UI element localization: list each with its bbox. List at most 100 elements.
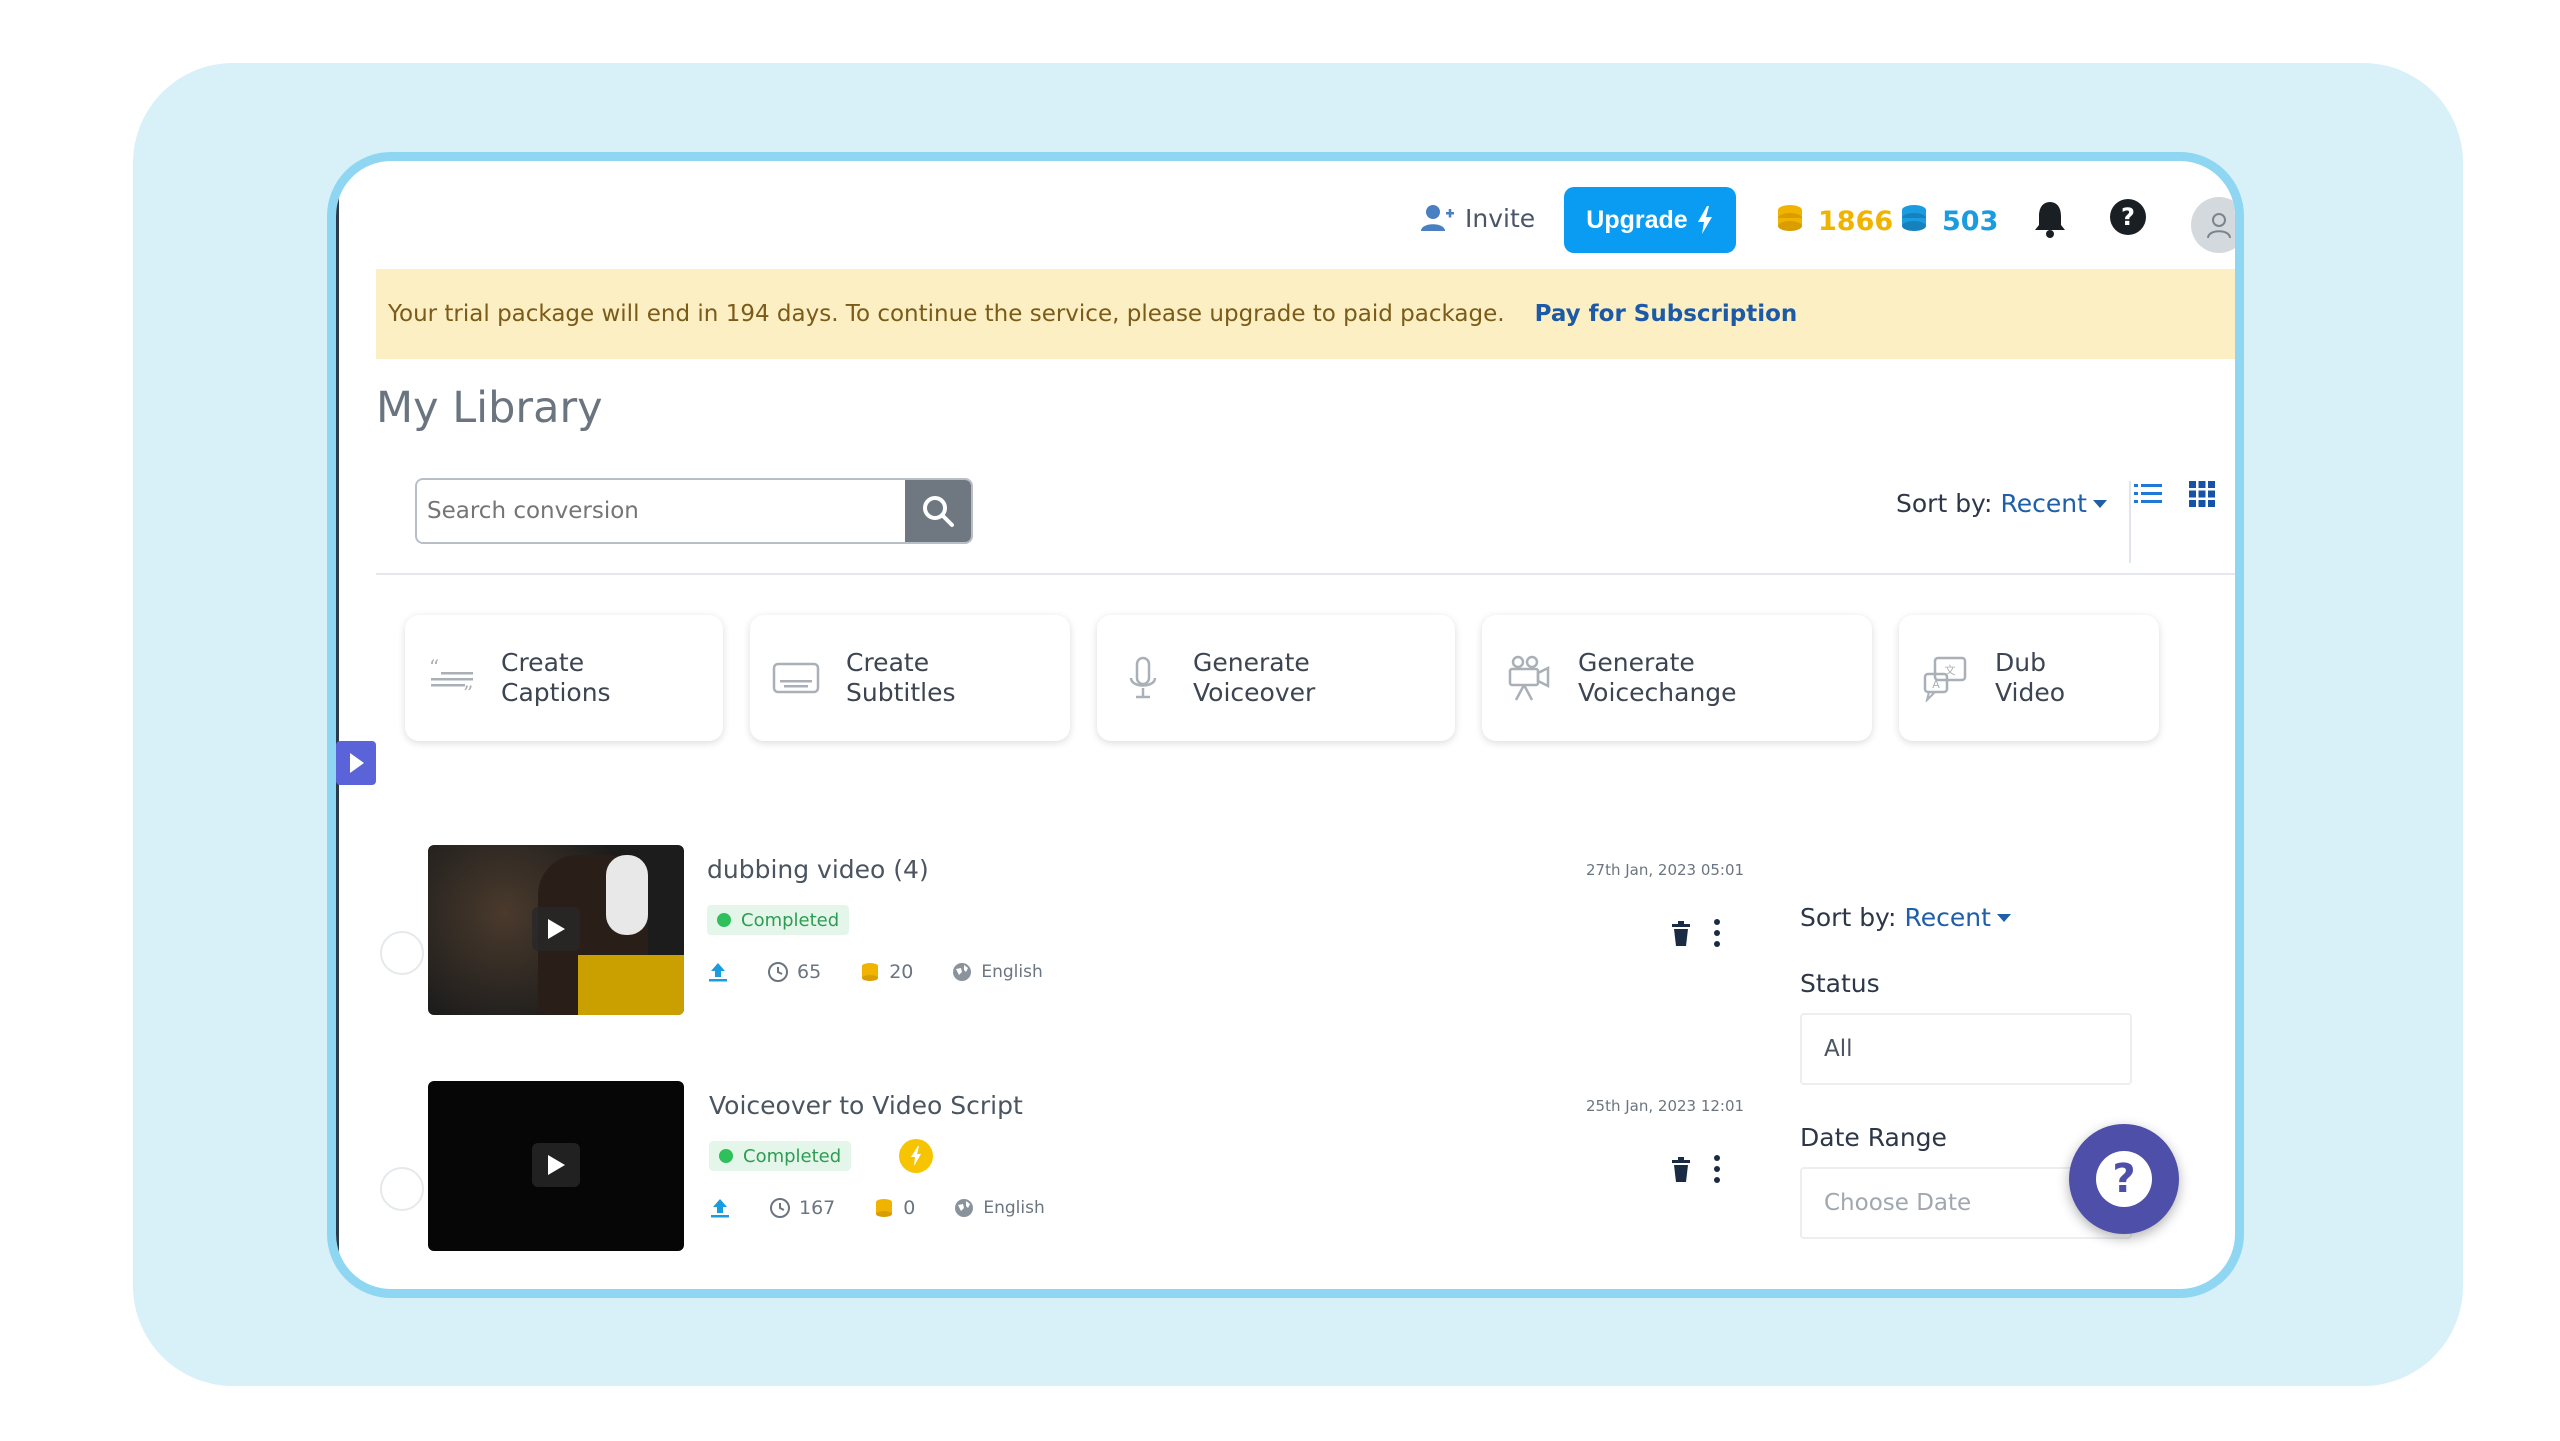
video-camera-icon: [1508, 655, 1550, 701]
blue-coins-icon: [1898, 203, 1930, 240]
upgrade-button[interactable]: Upgrade: [1564, 187, 1736, 253]
invite-button[interactable]: Invite: [1419, 203, 1535, 233]
upgrade-label: Upgrade: [1586, 205, 1688, 234]
action-line2: Video: [1995, 678, 2066, 707]
globe-icon: [953, 963, 972, 981]
trial-message: Your trial package will end in 194 days.…: [388, 301, 1505, 327]
row-select-checkbox[interactable]: [380, 931, 424, 975]
trash-icon[interactable]: [1670, 1157, 1692, 1183]
section-divider: [376, 573, 2235, 575]
sort-value: Recent: [2000, 489, 2087, 518]
upload-icon[interactable]: [707, 961, 729, 983]
gold-credits-value: 1866: [1818, 206, 1894, 237]
play-icon: [548, 1155, 565, 1175]
svg-text:”: ”: [463, 681, 473, 702]
help-circle-icon[interactable]: ?: [2108, 197, 2148, 237]
search-icon: [923, 496, 954, 527]
list-view-icon[interactable]: [2132, 479, 2164, 509]
more-options-icon[interactable]: [1712, 918, 1722, 948]
search-button[interactable]: [905, 480, 971, 542]
clock-icon: [770, 1198, 790, 1218]
status-filter-label: Status: [1800, 969, 1880, 998]
credits-coins-icon: [876, 1199, 893, 1217]
status-badge: Completed: [709, 1141, 852, 1171]
sort-label: Sort by:: [1896, 489, 1993, 518]
lightning-icon: [1697, 206, 1712, 234]
action-line1: Dub: [1995, 648, 2046, 677]
grid-view-icon[interactable]: [2187, 479, 2217, 509]
dub-video-card[interactable]: 文 A Dub Video: [1899, 615, 2159, 741]
action-line2: Captions: [501, 678, 611, 707]
language-value: English: [981, 962, 1043, 982]
generate-voiceover-card[interactable]: Generate Voiceover: [1097, 615, 1455, 741]
trash-icon[interactable]: [1670, 921, 1692, 947]
status-dot: [717, 913, 731, 927]
captions-icon: “ ”: [429, 655, 473, 702]
date-range-label: Date Range: [1800, 1123, 1947, 1152]
svg-text:A: A: [1932, 678, 1940, 691]
create-subtitles-card[interactable]: Create Subtitles: [750, 615, 1070, 741]
invite-label: Invite: [1465, 203, 1536, 233]
more-options-icon[interactable]: [1712, 1154, 1722, 1184]
status-label: Completed: [743, 1145, 842, 1167]
chevron-down-icon: [1996, 913, 2011, 922]
sidebar-toggle-button[interactable]: [336, 741, 376, 785]
generate-voicechange-card[interactable]: Generate Voicechange: [1482, 615, 1872, 741]
action-line2: Subtitles: [846, 678, 956, 707]
credits-value: 0: [903, 1197, 916, 1219]
filter-sort-dropdown[interactable]: Recent: [1904, 903, 2011, 932]
action-line1: Create: [846, 648, 930, 677]
item-title[interactable]: dubbing video (4): [707, 855, 929, 884]
microphone-icon: [1129, 656, 1157, 699]
action-line2: Voiceover: [1193, 678, 1316, 707]
status-dot: [719, 1149, 733, 1163]
play-icon: [548, 919, 565, 939]
globe-icon: [955, 1199, 974, 1217]
credits-value: 20: [889, 961, 914, 983]
subtitles-icon: [772, 662, 820, 694]
status-label: Completed: [741, 909, 840, 931]
credits-coins-icon: [862, 963, 879, 981]
search-input[interactable]: [417, 480, 905, 542]
video-thumbnail[interactable]: [428, 845, 684, 1015]
top-bar: Invite Upgrade 1866 503 ?: [336, 175, 2235, 271]
row-select-checkbox[interactable]: [380, 1167, 424, 1211]
pay-subscription-link[interactable]: Pay for Subscription: [1535, 301, 1798, 327]
svg-text:?: ?: [2121, 203, 2135, 231]
status-filter-select[interactable]: All: [1800, 1013, 2132, 1085]
sidebar-edge: [336, 161, 339, 1289]
help-chat-button[interactable]: ?: [2069, 1124, 2179, 1234]
item-meta: 167 0 English: [709, 1197, 1045, 1219]
chevron-down-icon: [2092, 499, 2107, 508]
duration-value: 167: [799, 1197, 836, 1219]
upload-icon[interactable]: [709, 1197, 731, 1219]
filter-sort-control[interactable]: Sort by: Recent: [1800, 903, 2011, 932]
trial-banner: Your trial package will end in 194 days.…: [376, 269, 2235, 359]
filter-sort-label: Sort by:: [1800, 903, 1897, 932]
divider: [2129, 481, 2131, 563]
help-icon: ?: [2096, 1151, 2152, 1207]
play-button[interactable]: [532, 907, 580, 951]
sort-control[interactable]: Sort by: Recent: [1896, 489, 2107, 518]
action-line1: Generate: [1193, 648, 1310, 677]
gold-coins-icon: [1774, 203, 1806, 240]
bell-icon[interactable]: [2032, 199, 2068, 239]
sort-dropdown[interactable]: Recent: [2000, 489, 2107, 518]
language-value: English: [983, 1198, 1045, 1218]
filter-sort-value: Recent: [1904, 903, 1991, 932]
dub-video-icon: 文 A: [1923, 656, 1967, 702]
action-line1: Generate: [1578, 648, 1695, 677]
item-date: 27th Jan, 2023 05:01: [1586, 861, 1745, 879]
play-button[interactable]: [532, 1143, 580, 1187]
video-thumbnail[interactable]: [428, 1081, 684, 1251]
add-user-icon: [1421, 205, 1454, 231]
duration-value: 65: [797, 961, 822, 983]
clock-icon: [768, 962, 788, 982]
item-meta: 65 20 English: [707, 961, 1043, 983]
create-captions-card[interactable]: “ ” Create Captions: [405, 615, 723, 741]
item-title[interactable]: Voiceover to Video Script: [709, 1091, 1023, 1120]
item-date: 25th Jan, 2023 12:01: [1586, 1097, 1745, 1115]
status-badge: Completed: [707, 905, 850, 935]
action-line1: Create: [501, 648, 585, 677]
user-avatar[interactable]: [2191, 197, 2235, 253]
